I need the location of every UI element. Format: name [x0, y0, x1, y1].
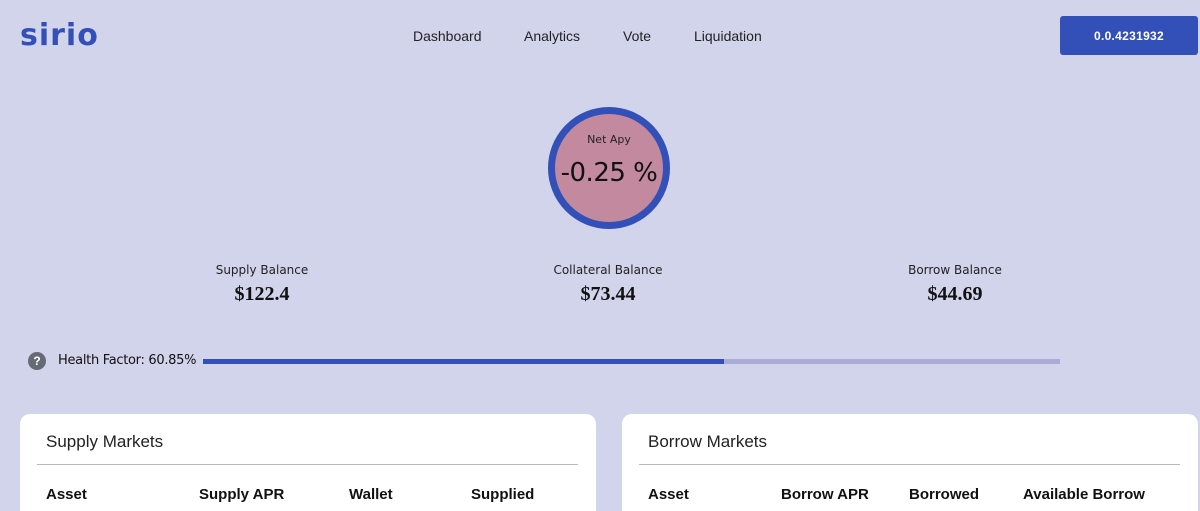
borrow-markets-title: Borrow Markets [648, 432, 768, 451]
nav-analytics[interactable]: Analytics [524, 27, 580, 45]
nav-dashboard[interactable]: Dashboard [413, 27, 482, 45]
health-factor-fill [203, 359, 725, 364]
borrow-col-available[interactable]: Available Borrow [1023, 486, 1145, 503]
supply-balance-label: Supply Balance [215, 263, 309, 277]
borrow-markets-card: Borrow Markets Asset Borrow APR Borrowed… [622, 414, 1198, 511]
health-factor-bar [203, 359, 1060, 364]
supply-markets-title: Supply Markets [46, 432, 164, 451]
collateral-balance-label: Collateral Balance [553, 263, 663, 277]
help-icon[interactable]: ? [28, 352, 46, 370]
supply-balance-value: $122.4 [234, 283, 290, 305]
net-apy-circle: Net Apy -0.25 % [548, 107, 670, 229]
supply-balance: Supply Balance $122.4 [162, 263, 362, 306]
supply-col-wallet[interactable]: Wallet [349, 486, 393, 503]
supply-col-asset[interactable]: Asset [46, 486, 87, 503]
collateral-balance-value: $73.44 [580, 283, 636, 305]
wallet-account-button[interactable]: 0.0.4231932 [1060, 16, 1198, 55]
health-factor-label: Health Factor: 60.85% [58, 353, 197, 368]
borrow-col-apr[interactable]: Borrow APR [781, 486, 869, 503]
supply-markets-card: Supply Markets Asset Supply APR Wallet S… [20, 414, 596, 511]
net-apy-label: Net Apy [587, 133, 631, 146]
borrow-col-borrowed[interactable]: Borrowed [909, 486, 979, 503]
nav-liquidation[interactable]: Liquidation [694, 27, 762, 45]
collateral-balance: Collateral Balance $73.44 [508, 263, 708, 306]
net-apy-value: -0.25 % [560, 158, 658, 188]
supply-col-apr[interactable]: Supply APR [199, 486, 284, 503]
supply-col-supplied[interactable]: Supplied [471, 486, 534, 503]
borrow-balance-label: Borrow Balance [908, 263, 1002, 277]
borrow-balance: Borrow Balance $44.69 [855, 263, 1055, 306]
main-nav: Dashboard Analytics Vote Liquidation [0, 27, 1200, 47]
supply-markets-divider [37, 464, 578, 465]
nav-vote[interactable]: Vote [623, 27, 651, 45]
borrow-markets-divider [639, 464, 1180, 465]
borrow-col-asset[interactable]: Asset [648, 486, 689, 503]
borrow-balance-value: $44.69 [927, 283, 983, 305]
